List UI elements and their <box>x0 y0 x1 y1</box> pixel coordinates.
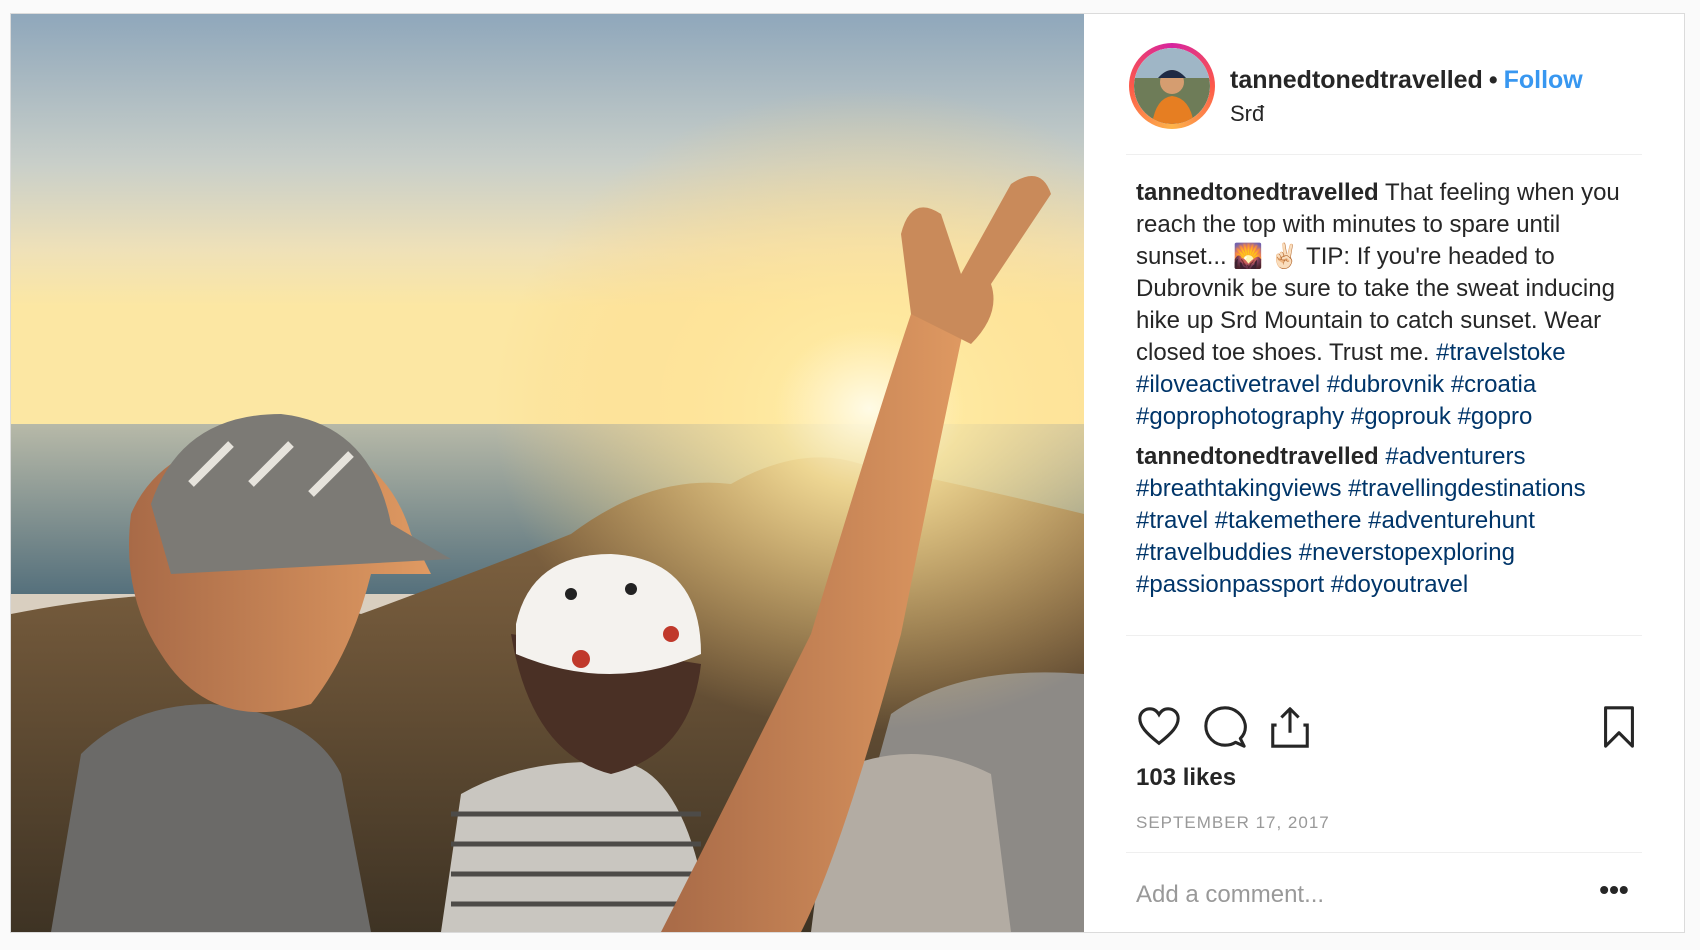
location-link[interactable]: Srđ <box>1230 101 1264 127</box>
follow-button[interactable]: Follow <box>1504 66 1583 94</box>
header-divider <box>1126 154 1642 155</box>
post-header: tannedtonedtravelled • Follow Srđ <box>1084 14 1684 164</box>
avatar[interactable] <box>1134 48 1210 124</box>
comment-username[interactable]: tannedtonedtravelled <box>1136 179 1379 206</box>
likes-count[interactable]: 103 likes <box>1136 764 1236 792</box>
add-comment-input[interactable] <box>1136 877 1636 913</box>
action-bar <box>1136 704 1642 752</box>
post-date: SEPTEMBER 17, 2017 <box>1136 813 1330 832</box>
ellipsis-icon[interactable]: ••• <box>1596 876 1632 910</box>
sunset-photo-illustration <box>11 14 1084 932</box>
comment-text: That feeling when you reach the top with… <box>1136 179 1620 366</box>
comment-username[interactable]: tannedtonedtravelled <box>1136 443 1379 470</box>
author-username[interactable]: tannedtonedtravelled <box>1230 66 1483 94</box>
caption-comment: tannedtonedtravelled That feeling when y… <box>1136 177 1632 433</box>
bookmark-icon[interactable] <box>1596 704 1642 750</box>
comments-list: tannedtonedtravelled That feeling when y… <box>1136 177 1632 609</box>
heart-icon[interactable] <box>1136 704 1182 750</box>
post-card: tannedtonedtravelled • Follow Srđ tannedto… <box>10 13 1685 933</box>
separator-dot: • <box>1488 66 1498 94</box>
comment-divider <box>1126 852 1642 853</box>
post-photo[interactable] <box>11 14 1084 932</box>
avatar-story-ring[interactable] <box>1129 43 1215 129</box>
avatar-image <box>1134 48 1210 124</box>
actions-divider <box>1126 635 1642 636</box>
comment-bubble-icon[interactable] <box>1202 704 1248 750</box>
comment: tannedtonedtravelled #adventurers #breat… <box>1136 441 1632 601</box>
share-icon[interactable] <box>1267 704 1313 750</box>
header-user-line: tannedtonedtravelled • Follow <box>1230 66 1583 95</box>
post-sidebar: tannedtonedtravelled • Follow Srđ tannedto… <box>1084 14 1684 932</box>
